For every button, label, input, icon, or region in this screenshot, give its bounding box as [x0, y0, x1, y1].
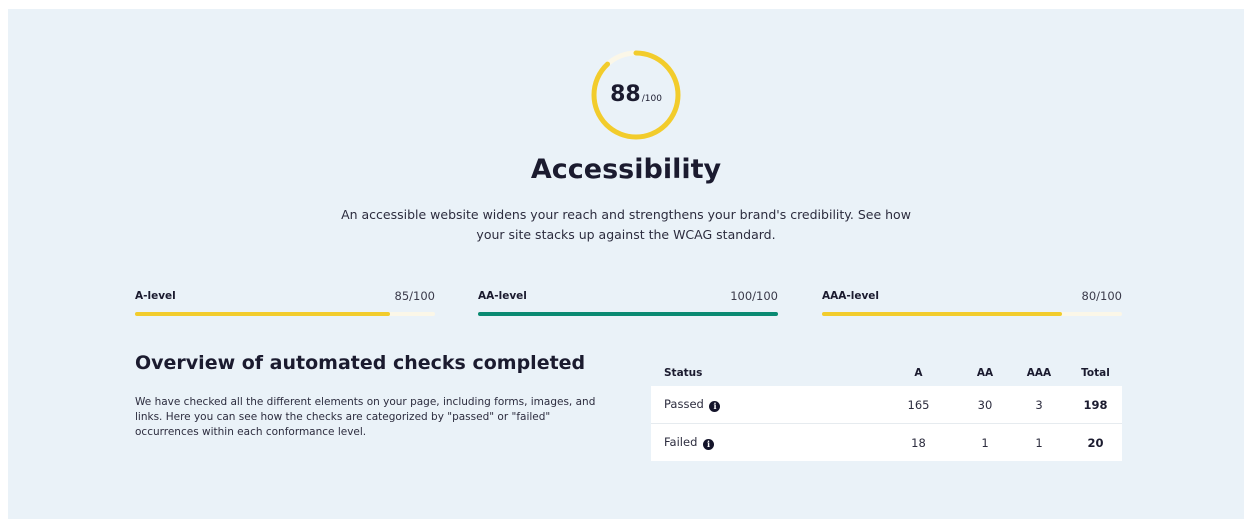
table-row-failed: Failed i 18 1 1 20 [651, 423, 1122, 461]
level-aaa-progress-track [822, 312, 1122, 316]
score-max: /100 [641, 94, 662, 104]
passed-label: Passed [664, 397, 704, 412]
level-aa-progress-fill [478, 312, 778, 316]
header-total: Total [1081, 366, 1110, 379]
failed-aa-cell: 1 [961, 423, 1009, 461]
failed-aaa-cell: 1 [1009, 423, 1069, 461]
failed-total-cell: 20 [1069, 423, 1122, 461]
overview-title: Overview of automated checks completed [135, 352, 586, 374]
passed-info-icon[interactable]: i [709, 400, 721, 412]
level-a-score: 85/100 [394, 289, 435, 303]
level-a: A-level 85/100 [135, 288, 435, 316]
failed-label: Failed [664, 435, 698, 450]
passed-aa-cell: 30 [961, 386, 1009, 424]
failed-info-icon[interactable]: i [703, 438, 715, 450]
level-aa-progress-track [478, 312, 778, 316]
level-aaa: AAA-level 80/100 [822, 288, 1122, 316]
page-subtitle: An accessible website widens your reach … [341, 207, 911, 242]
level-aa: AA-level 100/100 [478, 288, 778, 316]
level-a-name: A-level [135, 290, 176, 302]
failed-a-cell: 18 [876, 423, 961, 461]
level-aaa-name: AAA-level [822, 290, 880, 302]
level-a-progress-track [135, 312, 435, 316]
accessibility-panel: 88/100 Accessibility An accessible websi… [8, 9, 1244, 519]
level-aa-score: 100/100 [730, 289, 778, 303]
header-aa: AA [976, 366, 994, 379]
level-a-progress-fill [135, 312, 390, 316]
passed-aaa-cell: 3 [1009, 386, 1069, 424]
header-aaa: AAA [1026, 366, 1052, 379]
level-aa-name: AA-level [478, 290, 527, 302]
score-readout: 88/100 [586, 45, 686, 145]
failed-status-cell: Failed i [651, 423, 876, 461]
overview-description: We have checked all the different elemen… [135, 396, 596, 438]
score-gauge: 88/100 [586, 45, 686, 145]
header-a: A [914, 366, 923, 379]
header-status: Status [664, 366, 703, 379]
level-aaa-score: 80/100 [1081, 289, 1122, 303]
passed-status-cell: Passed i [651, 386, 876, 424]
passed-a-cell: 165 [876, 386, 961, 424]
page-title: Accessibility [530, 154, 722, 185]
level-aaa-progress-fill [822, 312, 1062, 316]
passed-total-cell: 198 [1069, 386, 1122, 424]
checks-table: Status A AA AAA Total Passed i 165 30 3 … [651, 359, 1122, 461]
score-value: 88 [610, 82, 641, 107]
table-header-row: Status A AA AAA Total [651, 359, 1122, 386]
table-row-passed: Passed i 165 30 3 198 [651, 386, 1122, 424]
